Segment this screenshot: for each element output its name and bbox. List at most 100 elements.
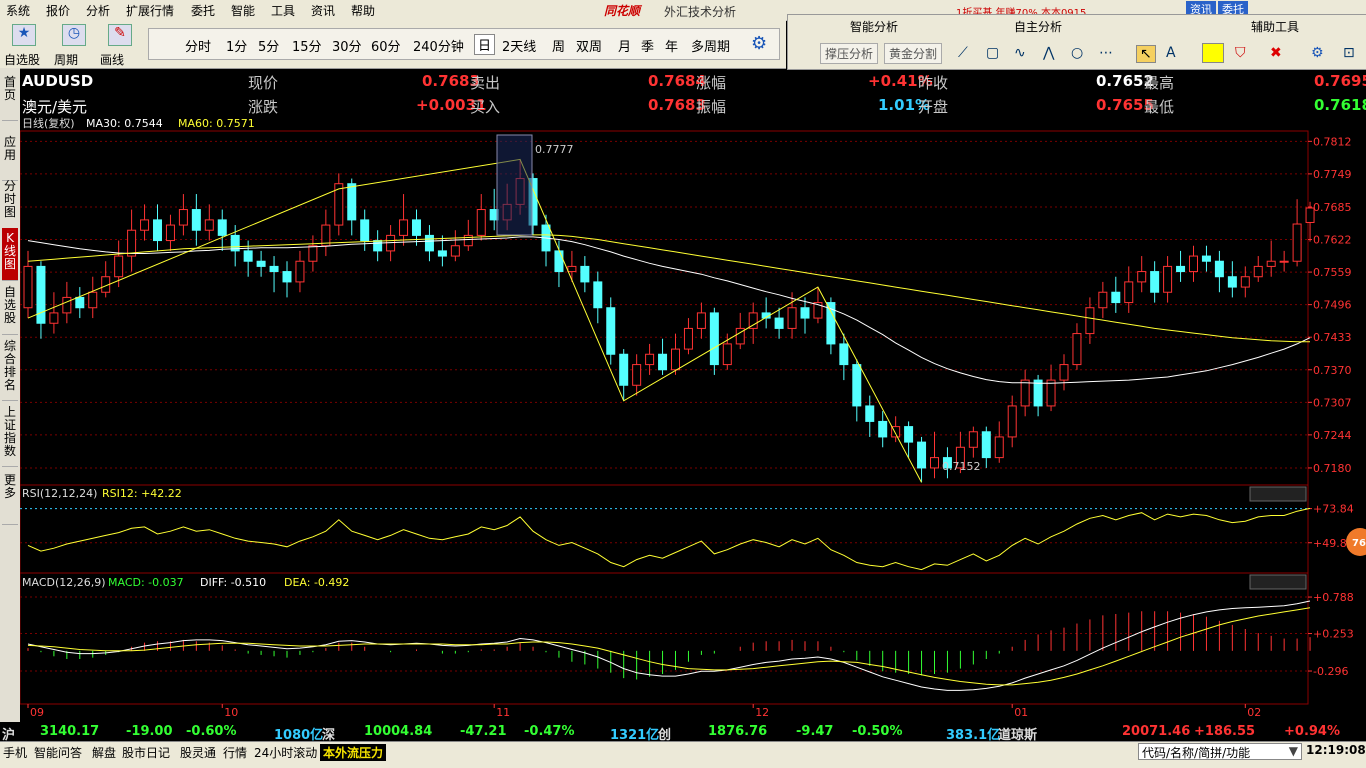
- fan-tool-icon[interactable]: ⋀: [1043, 45, 1054, 61]
- menu-item-system[interactable]: 系统: [6, 2, 30, 19]
- settings-gear-icon[interactable]: ⚙: [751, 33, 767, 54]
- price-tick-label: 0.7307: [1313, 396, 1352, 409]
- period-intraday[interactable]: 分时: [185, 36, 211, 55]
- menu-item-tools[interactable]: 工具: [271, 2, 295, 19]
- period-button[interactable]: ◷ 周期: [54, 20, 94, 67]
- search-dropdown-icon[interactable]: ▼: [1289, 744, 1298, 758]
- macd-header-dea: DEA: -0.492: [284, 576, 349, 589]
- candle-body: [295, 260, 305, 283]
- tool-settings-icon[interactable]: ⚙: [1311, 45, 1324, 61]
- macd-tick-label: +0.253: [1313, 628, 1354, 641]
- bottom-analysis[interactable]: 解盘: [92, 744, 116, 761]
- price-tick-label: 0.7433: [1313, 331, 1352, 344]
- period-30min[interactable]: 30分: [332, 36, 362, 55]
- menu-item-extended[interactable]: 扩展行情: [126, 2, 174, 19]
- period-5min[interactable]: 5分: [258, 36, 279, 55]
- date-tick-label: 02: [1247, 706, 1261, 719]
- rsi-help-button[interactable]: [1249, 486, 1307, 502]
- period-multi[interactable]: 多周期: [691, 36, 730, 55]
- period-60min[interactable]: 60分: [371, 36, 401, 55]
- kline-chart[interactable]: 0.7777 0.7152 0.7812 0.7749 0.7685 0.7622 0.…: [20, 116, 1366, 722]
- candle-body: [62, 296, 72, 314]
- period-2day[interactable]: 2天线: [502, 36, 536, 55]
- trade-button[interactable]: 委托: [1218, 1, 1248, 16]
- tab-home[interactable]: 首页: [2, 72, 18, 121]
- candle-body: [1163, 265, 1173, 293]
- tab-watchlist[interactable]: 自选股: [2, 282, 18, 335]
- candle-body: [1240, 276, 1250, 288]
- bottom-diary[interactable]: 股市日记: [122, 744, 170, 761]
- lock-icon[interactable]: ⊡: [1343, 45, 1355, 61]
- menu-item-analysis[interactable]: 分析: [86, 2, 110, 19]
- marker-icon[interactable]: ⛉: [1235, 45, 1246, 61]
- tab-apps[interactable]: 应用: [2, 128, 18, 181]
- period-1min[interactable]: 1分: [226, 36, 247, 55]
- app-brand-logo: 同花顺: [604, 4, 641, 18]
- period-240min[interactable]: 240分钟: [413, 36, 464, 55]
- period-15min[interactable]: 15分: [292, 36, 322, 55]
- price-tick-label: 0.7559: [1313, 266, 1352, 279]
- bottom-mobile[interactable]: 手机: [3, 744, 27, 761]
- bottom-market[interactable]: 行情: [223, 744, 247, 761]
- selection-highlight: [496, 134, 533, 236]
- more-tools-icon[interactable]: ⋯: [1099, 45, 1113, 61]
- delete-icon[interactable]: ✖: [1270, 45, 1282, 61]
- menu-item-trade[interactable]: 委托: [191, 2, 215, 19]
- menu-item-help[interactable]: 帮助: [351, 2, 375, 19]
- candle-body: [204, 219, 214, 231]
- period-weekly[interactable]: 周: [552, 36, 565, 55]
- ma60-header: MA60: 0.7571: [178, 117, 255, 130]
- candle-body: [412, 219, 421, 236]
- bottom-smart-qa[interactable]: 智能问答: [34, 744, 82, 761]
- candle-body: [567, 265, 577, 273]
- aux-tools-header[interactable]: 辅助工具: [1251, 18, 1299, 35]
- candle-body: [1189, 255, 1198, 273]
- macd-help-button[interactable]: [1249, 574, 1307, 590]
- watchlist-label: 自选股: [4, 53, 41, 67]
- label-low: 最低: [1144, 98, 1175, 116]
- candle-body: [683, 327, 693, 350]
- search-input[interactable]: 代码/名称/简拼/功能 ▼: [1138, 743, 1302, 760]
- draw-button[interactable]: ✎ 画线: [100, 20, 140, 67]
- wave-tool-icon[interactable]: ∿: [1014, 45, 1026, 61]
- bottom-24h-scroll[interactable]: 24小时滚动: [254, 744, 317, 761]
- period-daily[interactable]: 日: [474, 34, 496, 55]
- toolbar: ★ 自选股 ◷ 周期 ✎ 画线 分时 1分 5分 15分 30分 60分 240…: [0, 20, 786, 69]
- support-resistance-button[interactable]: 撑压分析: [820, 43, 879, 64]
- price-tick-label: 0.7496: [1313, 299, 1352, 312]
- period-biweekly[interactable]: 双周: [576, 36, 602, 55]
- tab-intraday[interactable]: 分时图: [2, 176, 18, 229]
- cursor-icon[interactable]: ↖: [1136, 45, 1156, 63]
- text-tool-icon[interactable]: A: [1166, 45, 1176, 61]
- top-right-buttons: 资讯 委托: [1182, 0, 1366, 16]
- tab-sh-index[interactable]: 上证指数: [2, 402, 18, 467]
- low-marker-label: 0.7152: [942, 460, 981, 473]
- own-analysis-header[interactable]: 自主分析: [1014, 18, 1062, 35]
- menu-item-quote[interactable]: 报价: [46, 2, 70, 19]
- price-tick-label: 0.7622: [1313, 234, 1352, 247]
- tab-kline[interactable]: K线图: [2, 228, 18, 281]
- bottom-stock-genie[interactable]: 股灵通: [180, 744, 216, 761]
- golden-section-button[interactable]: 黄金分割: [884, 43, 943, 64]
- period-quarterly[interactable]: 季: [641, 36, 654, 55]
- tab-ranking[interactable]: 综合排名: [2, 336, 18, 401]
- candle-body: [1253, 265, 1263, 278]
- menu-item-info[interactable]: 资讯: [311, 2, 335, 19]
- period-monthly[interactable]: 月: [618, 36, 631, 55]
- circle-tool-icon[interactable]: ○: [1071, 45, 1083, 61]
- cy-pct: -0.50%: [852, 724, 903, 739]
- watchlist-button[interactable]: ★ 自选股: [4, 20, 44, 67]
- smart-analysis-header[interactable]: 智能分析: [850, 18, 898, 35]
- period-yearly[interactable]: 年: [665, 36, 678, 55]
- color-swatch[interactable]: [1202, 43, 1224, 63]
- tab-more[interactable]: 更多: [2, 470, 18, 525]
- line-tool-icon[interactable]: ⟋: [958, 45, 968, 61]
- candle-body: [839, 343, 849, 366]
- news-button[interactable]: 资讯: [1186, 1, 1216, 16]
- candle-body: [88, 291, 98, 309]
- rect-tool-icon[interactable]: ▢: [986, 45, 999, 61]
- analysis-panel: 智能分析 自主分析 辅助工具 撑压分析 黄金分割 ⟋ ▢ ∿ ⋀ ○ ⋯ ↖ A…: [787, 14, 1366, 70]
- menu-item-smart[interactable]: 智能: [231, 2, 255, 19]
- bottom-ticker[interactable]: 本外流压力: [320, 744, 387, 761]
- date-tick-label: 10: [224, 706, 238, 719]
